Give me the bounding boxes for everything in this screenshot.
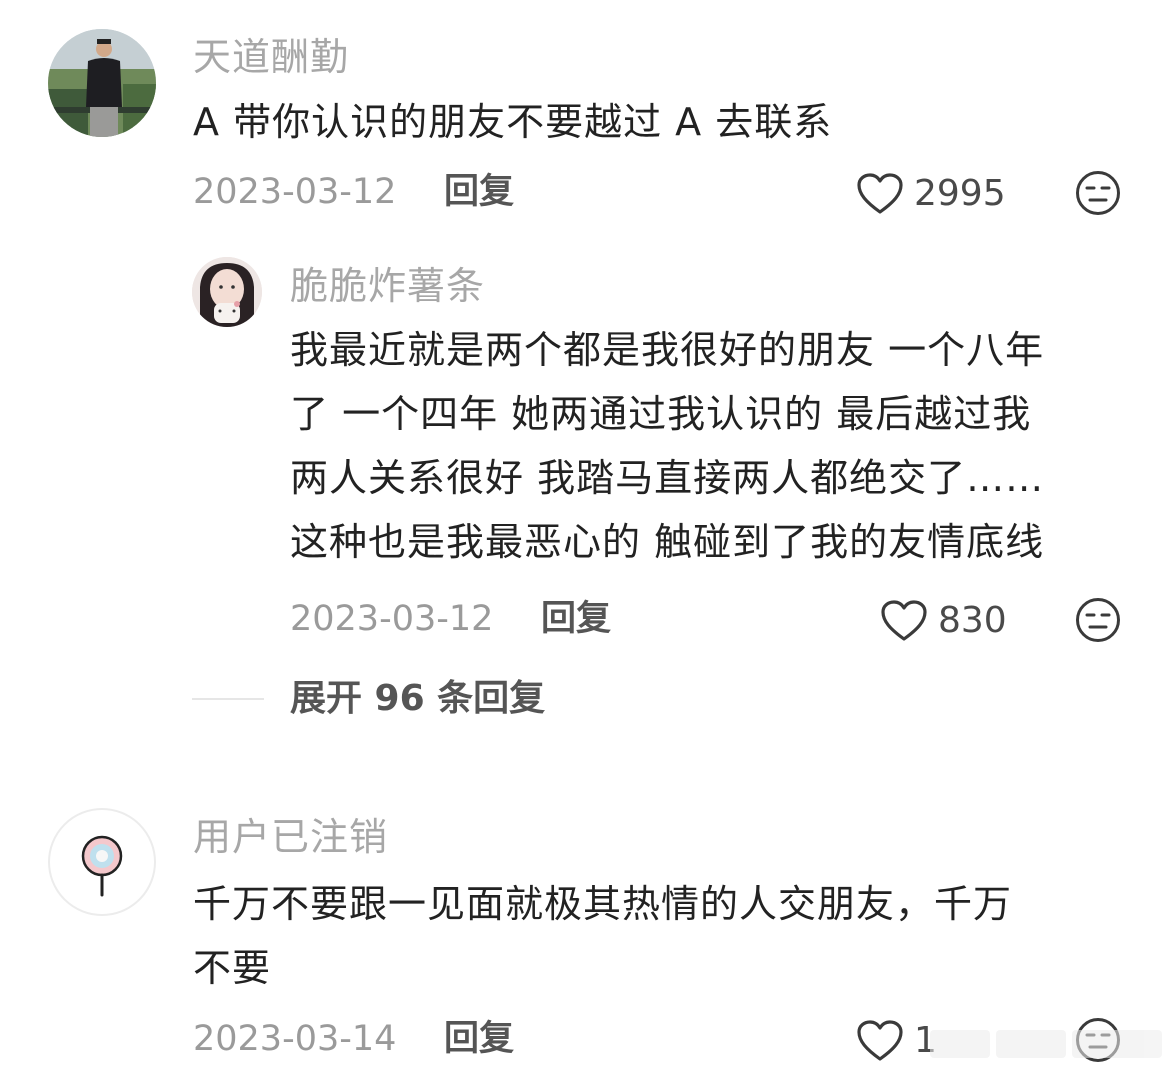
reply-button[interactable]: 回复 xyxy=(444,170,514,214)
comment-date: 2023-03-12 xyxy=(290,599,494,639)
comment-body: A 带你认识的朋友不要越过 A 去联系 xyxy=(193,90,832,154)
avatar[interactable] xyxy=(192,257,262,327)
avatar-photo xyxy=(192,257,262,327)
avatar-photo xyxy=(48,29,156,137)
like-button[interactable]: 1 xyxy=(856,1017,937,1065)
avatar[interactable] xyxy=(48,808,156,916)
comment-username[interactable]: 天道酬勤 xyxy=(193,34,349,80)
like-count: 830 xyxy=(938,600,1007,641)
like-button[interactable]: 2995 xyxy=(856,170,1006,218)
comment-date: 2023-03-12 xyxy=(193,172,397,212)
neutral-face-icon xyxy=(1076,598,1120,642)
like-button[interactable]: 830 xyxy=(880,597,1007,645)
comment-body: 我最近就是两个都是我很好的朋友 一个八年 了 一个四年 她两通过我认识的 最后越… xyxy=(290,318,1044,574)
comment-username[interactable]: 脆脆炸薯条 xyxy=(290,263,485,309)
watermark-block xyxy=(1072,1030,1162,1058)
comment-line: 这种也是我最恶心的 触碰到了我的友情底线 xyxy=(290,520,1045,564)
reply-button[interactable]: 回复 xyxy=(444,1017,514,1061)
comment-line: 我最近就是两个都是我很好的朋友 一个八年 xyxy=(290,328,1045,372)
heart-outline-icon xyxy=(857,173,903,214)
comment-line: A 带你认识的朋友不要越过 A 去联系 xyxy=(193,100,833,144)
expand-divider xyxy=(192,698,264,700)
watermark-block xyxy=(930,1030,990,1058)
comment-body: 千万不要跟一见面就极其热情的人交朋友，千万 不要 xyxy=(193,872,1012,1000)
comment-line: 不要 xyxy=(193,946,272,990)
dislike-button[interactable] xyxy=(1075,170,1121,220)
watermark xyxy=(930,1030,1162,1058)
comment-line: 千万不要跟一见面就极其热情的人交朋友，千万 xyxy=(193,882,1013,926)
watermark-block xyxy=(996,1030,1066,1058)
like-count: 2995 xyxy=(914,173,1006,214)
neutral-face-icon xyxy=(1076,171,1120,215)
comment-line: 了 一个四年 她两通过我认识的 最后越过我 xyxy=(290,392,1032,436)
comment-username[interactable]: 用户已注销 xyxy=(193,814,388,860)
avatar[interactable] xyxy=(48,29,156,137)
comment-line: 两人关系很好 我踏马直接两人都绝交了…… xyxy=(290,456,1045,500)
dislike-button[interactable] xyxy=(1075,597,1121,647)
deleted-user-icon xyxy=(81,835,123,897)
heart-outline-icon xyxy=(881,600,927,641)
reply-button[interactable]: 回复 xyxy=(541,597,611,641)
heart-outline-icon xyxy=(857,1020,903,1061)
expand-replies-button[interactable]: 展开 96 条回复 xyxy=(290,677,545,721)
comment-date: 2023-03-14 xyxy=(193,1019,397,1059)
